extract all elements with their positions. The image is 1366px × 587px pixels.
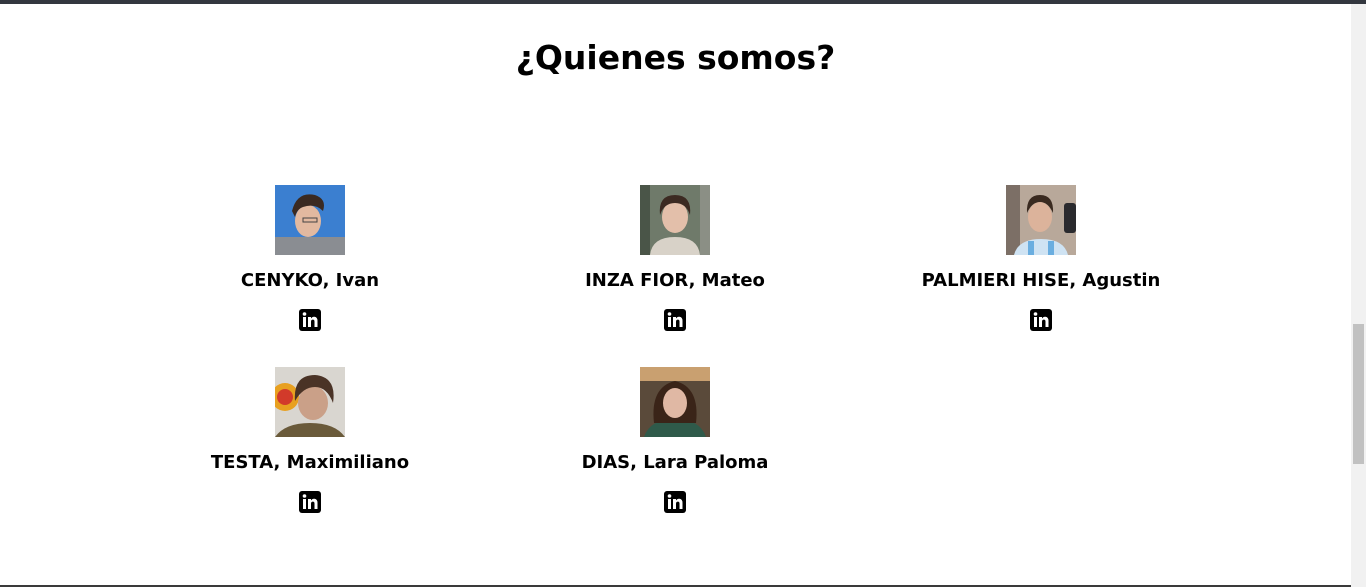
linkedin-icon[interactable] — [299, 491, 321, 513]
member-name: INZA FIOR, Mateo — [585, 270, 765, 291]
member-name: DIAS, Lara Paloma — [581, 452, 769, 473]
linkedin-icon[interactable] — [1030, 309, 1052, 331]
profile-photo-ivan — [275, 185, 345, 255]
team-member-card: INZA FIOR, Mateo — [525, 185, 825, 331]
page-scrollbar[interactable] — [1351, 4, 1366, 587]
browser-top-border — [0, 0, 1366, 4]
member-name: CENYKO, Ivan — [240, 270, 380, 291]
profile-photo-maximiliano — [275, 367, 345, 437]
profile-photo-agustin — [1006, 185, 1076, 255]
linkedin-icon[interactable] — [664, 309, 686, 331]
team-member-card: CENYKO, Ivan — [160, 185, 460, 331]
member-name: PALMIERI HISE, Agustin — [921, 270, 1161, 291]
linkedin-icon[interactable] — [299, 309, 321, 331]
profile-photo-mateo — [640, 185, 710, 255]
linkedin-icon[interactable] — [664, 491, 686, 513]
profile-photo-lara — [640, 367, 710, 437]
team-member-card: PALMIERI HISE, Agustin — [891, 185, 1191, 331]
page-title: ¿Quienes somos? — [515, 38, 836, 77]
scrollbar-thumb[interactable] — [1353, 324, 1364, 464]
member-name: TESTA, Maximiliano — [210, 452, 410, 473]
team-member-card: TESTA, Maximiliano — [160, 367, 460, 513]
team-member-card: DIAS, Lara Paloma — [525, 367, 825, 513]
